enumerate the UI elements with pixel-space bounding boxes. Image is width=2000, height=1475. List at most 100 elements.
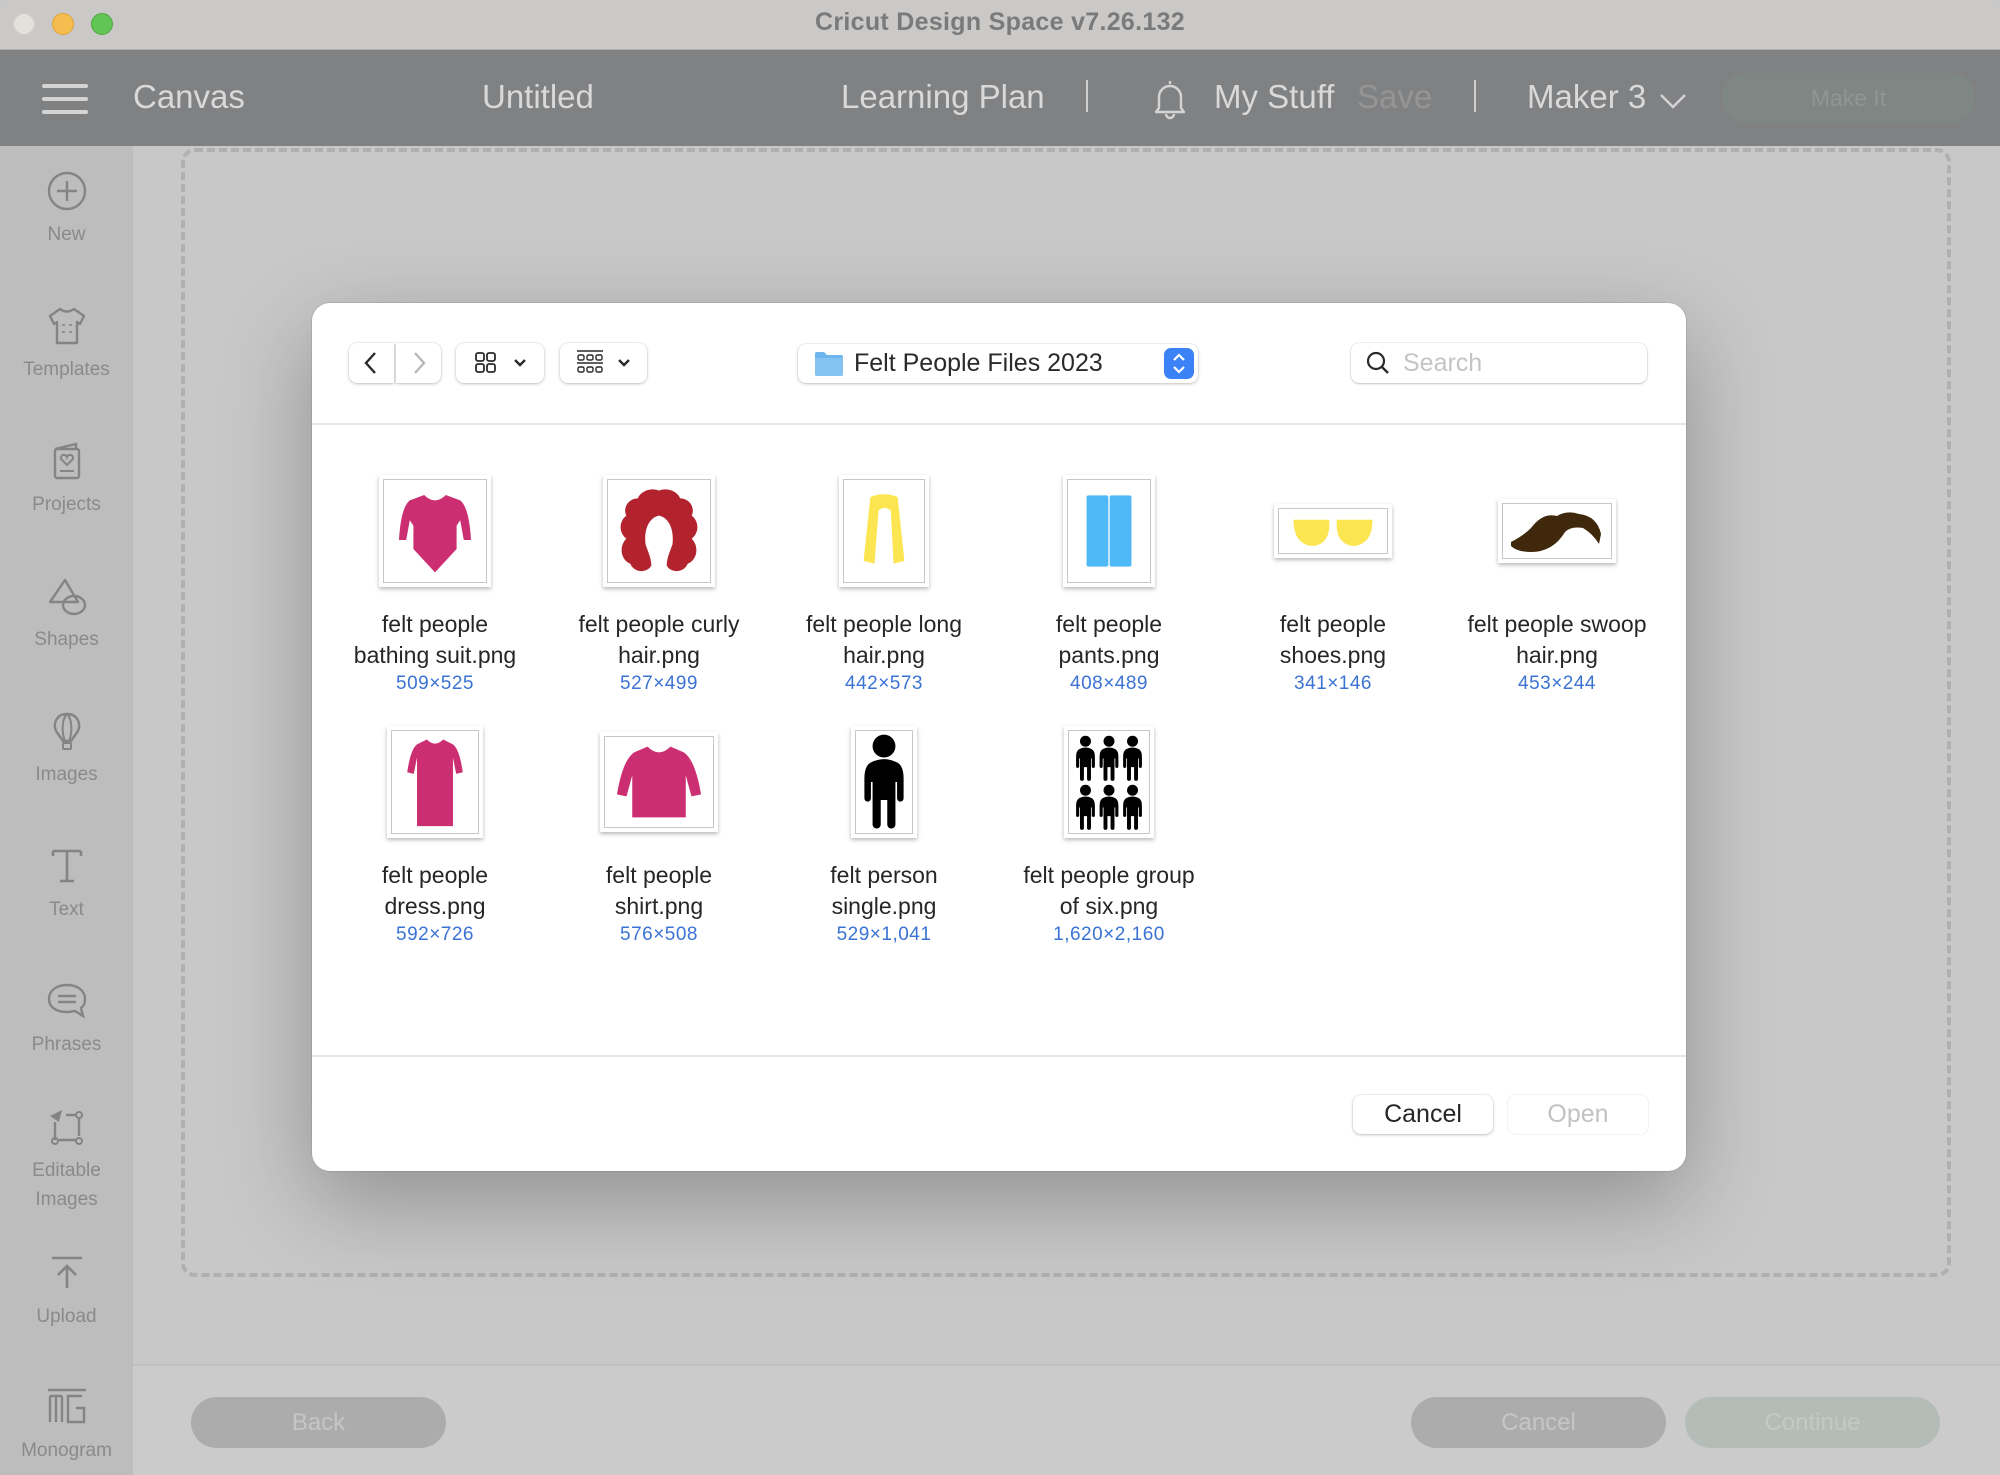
file-item[interactable]: felt people swoop hair.png 453×244 <box>1452 469 1662 709</box>
chevron-right-icon <box>414 352 426 374</box>
file-item[interactable]: felt people pants.png 408×489 <box>1004 469 1214 709</box>
sidebar-label: Upload <box>36 1306 97 1327</box>
save-button[interactable]: Save <box>1357 78 1432 116</box>
file-name-line: felt people group <box>1023 862 1195 888</box>
file-name-line: bathing suit.png <box>353 642 517 668</box>
tshirt-icon <box>48 307 85 345</box>
search-input[interactable] <box>1403 347 1633 379</box>
app-header: Canvas Untitled Learning Plan My Stuff S… <box>0 50 2000 146</box>
hamburger-line <box>42 110 88 114</box>
file-name-line: shoes.png <box>1279 642 1387 668</box>
file-name-line: shirt.png <box>614 893 704 919</box>
make-it-button[interactable]: Make It <box>1722 73 1975 123</box>
upload-icon <box>51 1256 82 1288</box>
thumbnail-slot <box>1452 469 1662 593</box>
sidebar-item-images[interactable]: Images <box>0 710 133 789</box>
file-thumbnail <box>839 475 929 587</box>
shoes-image <box>1278 508 1388 554</box>
left-sidebar: New Templates Projects Shapes Images Tex… <box>0 146 133 1475</box>
file-name-line: pants.png <box>1058 642 1160 668</box>
file-name: felt people long hair.png <box>769 609 999 671</box>
file-item[interactable]: felt people curly hair.png 527×499 <box>554 469 764 709</box>
thumbnail-slot <box>779 720 989 844</box>
open-file-dialog: Felt People Files 2023 felt people <box>312 303 1686 1171</box>
group-by-button[interactable] <box>560 343 647 383</box>
continue-button[interactable]: Continue <box>1685 1397 1940 1448</box>
file-dimensions: 592×726 <box>396 924 474 945</box>
file-name-line: felt people <box>381 862 489 888</box>
sidebar-label: Templates <box>23 359 110 380</box>
dress-image <box>391 730 479 834</box>
file-item[interactable]: felt people shirt.png 576×508 <box>554 720 764 960</box>
file-name: felt people swoop hair.png <box>1442 609 1672 671</box>
sidebar-item-new[interactable]: New <box>0 170 133 249</box>
learning-plan-link[interactable]: Learning Plan <box>841 78 1045 116</box>
sidebar-label: Projects <box>32 494 101 515</box>
search-field[interactable] <box>1351 343 1647 383</box>
footer-cancel-button[interactable]: Cancel <box>1411 1397 1666 1448</box>
file-name: felt people group of six.png <box>994 860 1224 922</box>
sidebar-item-upload[interactable]: Upload <box>0 1252 133 1331</box>
my-stuff-link[interactable]: My Stuff <box>1214 78 1334 116</box>
long-hair-image <box>843 479 925 583</box>
forward-nav-button[interactable] <box>396 343 441 383</box>
sidebar-label: Text <box>49 899 84 920</box>
sidebar-item-templates[interactable]: Templates <box>0 305 133 384</box>
file-item[interactable]: felt people dress.png 592×726 <box>330 720 540 960</box>
file-name-line: hair.png <box>1516 642 1598 668</box>
file-name: felt people pants.png <box>994 609 1224 671</box>
sidebar-item-shapes[interactable]: Shapes <box>0 575 133 654</box>
view-mode-button[interactable] <box>456 343 544 383</box>
thumbnail-slot <box>554 720 764 844</box>
back-nav-button[interactable] <box>349 343 394 383</box>
sidebar-label: Monogram <box>21 1440 112 1461</box>
file-item[interactable]: felt people bathing suit.png 509×525 <box>330 469 540 709</box>
hamburger-line <box>42 97 88 101</box>
menu-button[interactable] <box>42 84 90 114</box>
back-button[interactable]: Back <box>191 1397 446 1448</box>
project-name[interactable]: Untitled <box>482 78 594 116</box>
file-name-line: felt people <box>381 611 489 637</box>
sidebar-label: Shapes <box>34 629 99 650</box>
file-dimensions: 1,620×2,160 <box>1053 924 1165 945</box>
dialog-open-button[interactable]: Open <box>1508 1095 1648 1134</box>
file-name-line: felt people <box>605 862 713 888</box>
icon-grid-icon <box>475 352 526 373</box>
file-thumbnail <box>379 475 491 587</box>
chevron-down-icon[interactable] <box>1658 92 1688 110</box>
file-thumbnail <box>387 726 483 838</box>
sidebar-item-monogram[interactable]: Monogram <box>0 1386 133 1465</box>
file-item[interactable]: felt people group of six.png 1,620×2,160 <box>1004 720 1214 960</box>
dialog-cancel-button[interactable]: Cancel <box>1353 1095 1493 1134</box>
file-name-line: felt people <box>1279 611 1387 637</box>
file-dimensions: 341×146 <box>1294 673 1372 694</box>
file-dimensions: 529×1,041 <box>836 924 932 945</box>
file-thumbnail <box>1498 499 1616 563</box>
file-item[interactable]: felt people shoes.png 341×146 <box>1228 469 1438 709</box>
folder-location-popup[interactable]: Felt People Files 2023 <box>798 344 1198 383</box>
machine-selector[interactable]: Maker 3 <box>1527 78 1646 116</box>
file-item[interactable]: felt person single.png 529×1,041 <box>779 720 989 960</box>
sidebar-item-text[interactable]: Text <box>0 845 133 924</box>
file-name: felt people curly hair.png <box>544 609 774 671</box>
bathing-suit-image <box>383 479 487 583</box>
file-name: felt people shirt.png <box>544 860 774 922</box>
sidebar-item-projects[interactable]: Projects <box>0 440 133 519</box>
thumbnail-slot <box>779 469 989 593</box>
folder-stepper[interactable] <box>1164 348 1194 379</box>
sidebar-item-editable-images[interactable]: Editable Images <box>0 1106 133 1214</box>
sidebar-label: New <box>47 224 86 245</box>
balloon-icon <box>53 712 80 750</box>
file-name-line: hair.png <box>843 642 925 668</box>
canvas-label: Canvas <box>133 78 245 115</box>
plus-circle-icon <box>47 171 86 211</box>
file-item[interactable]: felt people long hair.png 442×573 <box>779 469 989 709</box>
project-card-icon <box>53 442 80 480</box>
swoop-hair-image <box>1502 503 1612 559</box>
file-name-line: single.png <box>831 893 937 919</box>
curly-hair-image <box>607 479 711 583</box>
sidebar-item-phrases[interactable]: Phrases <box>0 980 133 1059</box>
bell-icon[interactable] <box>1150 78 1190 120</box>
file-thumbnail <box>603 475 715 587</box>
file-thumbnail <box>1064 726 1154 838</box>
